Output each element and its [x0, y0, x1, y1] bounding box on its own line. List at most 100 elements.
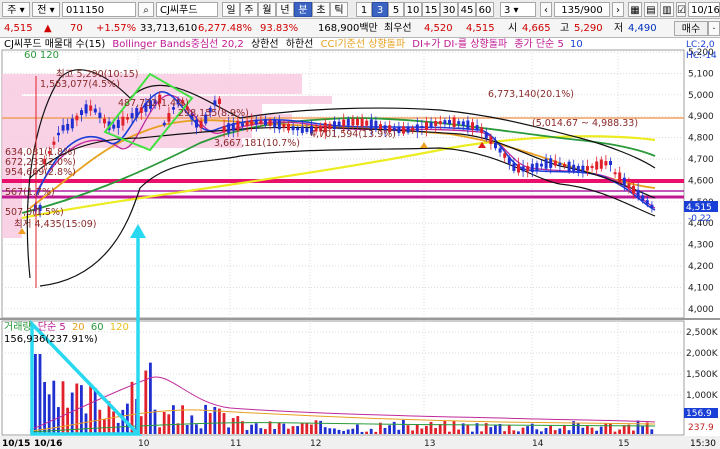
volume-legend-label[interactable]: 거래량: [4, 322, 32, 333]
calendar-check-icon[interactable]: ☑: [676, 2, 686, 17]
settings-icon[interactable]: ▥: [660, 2, 674, 17]
volume-bar: [586, 425, 589, 434]
legend-dmi[interactable]: DI+가 DI-를 상향돌파: [412, 39, 507, 50]
volume-bar: [494, 424, 497, 434]
volume-axis-label: 1,500K: [686, 370, 719, 380]
chart-canvas[interactable]: 최고 5,290(10:15) 1,563,077(4.5%) 487,732(…: [0, 38, 720, 449]
count-value: 135/900: [561, 5, 603, 16]
price-axis-label: 4,900: [688, 112, 714, 122]
volume-bar: [84, 413, 88, 434]
annotation-p8: 954,669(2.8%): [5, 167, 76, 178]
legend-bollinger[interactable]: Bollinger Bands중심선 20,2: [112, 39, 243, 50]
volume-bar: [374, 431, 378, 434]
volume-bar: [650, 429, 654, 434]
volume-bar: [227, 427, 230, 434]
legend-ma[interactable]: 종가 단순 5: [514, 39, 564, 50]
period-week[interactable]: 주: [240, 2, 258, 17]
code-input[interactable]: 011150: [62, 2, 136, 17]
count-input[interactable]: 135/900: [554, 2, 610, 17]
volume-legend-120[interactable]: 120: [110, 322, 129, 333]
volume-legend-ma[interactable]: 단순 5: [38, 322, 66, 333]
volume-bar: [567, 430, 571, 434]
candle-body: [213, 100, 217, 106]
candle-body: [645, 200, 649, 205]
candle-body: [84, 104, 88, 114]
interval-select[interactable]: 3 ▾: [500, 2, 536, 17]
candle-body: [526, 166, 530, 172]
volume-bar: [231, 418, 235, 434]
period-year[interactable]: 년: [276, 2, 294, 17]
market-label: 전: [37, 5, 47, 16]
volume-bar: [452, 421, 456, 434]
volume-bar: [388, 425, 391, 434]
candle-body: [250, 119, 254, 126]
candle-body: [434, 121, 438, 126]
annotation-p2: 298,155(8.9%): [178, 108, 249, 119]
candle-body: [622, 177, 626, 186]
period-tick[interactable]: 틱: [330, 2, 348, 17]
volume-bar: [535, 429, 539, 434]
change-value: 70: [70, 23, 83, 34]
more-icon[interactable]: ·: [708, 21, 720, 36]
candle-body: [466, 120, 470, 129]
candle-body: [89, 105, 93, 111]
stock-name[interactable]: CJ씨푸드: [156, 2, 218, 17]
candle-body: [70, 118, 74, 129]
change-percent: +1.57%: [96, 23, 137, 34]
chevron-left-icon[interactable]: ‹: [540, 2, 552, 17]
legend-lower[interactable]: 하한선: [286, 39, 314, 50]
mode-select[interactable]: 주 ▾: [2, 2, 30, 17]
interval-3[interactable]: 3: [372, 2, 388, 17]
volume-bar: [38, 354, 42, 434]
legend-ma10[interactable]: 10: [570, 39, 583, 50]
buy-button[interactable]: 매수: [674, 21, 708, 36]
candle-body: [535, 163, 539, 171]
volume-bar: [268, 421, 272, 434]
candle-body: [296, 128, 300, 131]
date-input[interactable]: 10/16: [688, 2, 720, 17]
interval-30[interactable]: 30: [440, 2, 458, 17]
period-minute[interactable]: 분: [294, 2, 312, 17]
volume-bar: [540, 431, 543, 434]
volume-bar: [411, 430, 414, 434]
period-second[interactable]: 초: [312, 2, 330, 17]
interval-60[interactable]: 60: [476, 2, 494, 17]
volume-bar: [172, 405, 175, 434]
legend-upper[interactable]: 상한선: [251, 39, 279, 50]
volume-bar: [70, 392, 74, 434]
candle-body: [503, 153, 507, 158]
candle-body: [452, 117, 456, 127]
interval-15[interactable]: 15: [422, 2, 440, 17]
candle-body: [93, 108, 97, 113]
volume-bar: [287, 428, 290, 434]
volume-axis: 2,500K 2,000K 1,500K 1,000K: [686, 328, 719, 401]
period-month[interactable]: 월: [258, 2, 276, 17]
interval-5[interactable]: 5: [388, 2, 404, 17]
period-day[interactable]: 일: [222, 2, 240, 17]
interval-45[interactable]: 45: [458, 2, 476, 17]
market-select[interactable]: 전 ▾: [32, 2, 60, 17]
search-button[interactable]: ⌕: [138, 2, 154, 17]
grid-icon[interactable]: ▦: [628, 2, 642, 17]
time-axis-label: 13: [424, 439, 435, 449]
interval-1[interactable]: 1: [356, 2, 372, 17]
legend-title[interactable]: CJ씨푸드 매물대 수(15): [4, 39, 105, 50]
candle-body: [590, 165, 594, 169]
candle-body: [521, 166, 525, 172]
zoom-icon[interactable]: ▤: [644, 2, 658, 17]
volume-bar: [103, 419, 106, 434]
chevron-right-icon[interactable]: ›: [612, 2, 624, 17]
candle-body: [517, 164, 520, 173]
volume-bar: [480, 431, 483, 434]
open-label: 시: [508, 23, 518, 34]
candle-body: [475, 125, 479, 130]
annotation-range: (5,014.67 ~ 4,988.33): [532, 118, 638, 129]
price-tag-change: -0.22: [688, 214, 711, 224]
interval-10[interactable]: 10: [404, 2, 422, 17]
candle-body: [121, 116, 125, 126]
volume-bar: [236, 416, 240, 434]
volume-legend-60[interactable]: 60: [91, 322, 104, 333]
legend-cci[interactable]: CCI기준선 상향돌파: [321, 39, 406, 50]
volume-bar: [277, 422, 281, 434]
volume-legend-20[interactable]: 20: [72, 322, 85, 333]
